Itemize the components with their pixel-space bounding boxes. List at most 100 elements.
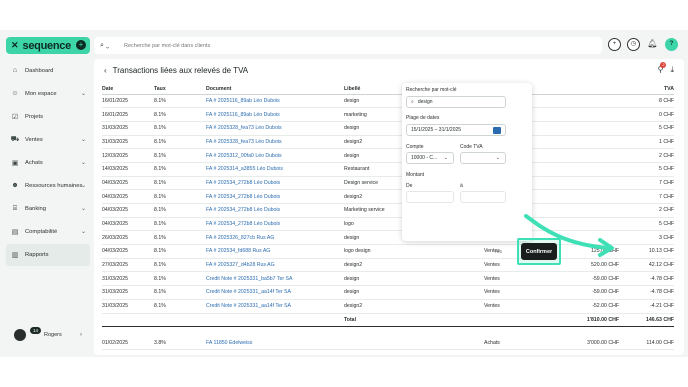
people-icon: ☻ [11,182,19,190]
plus-circle-icon[interactable]: + [608,38,621,51]
table-row[interactable]: 31/03/2025 8.1% Credit Note # 2025331_ba5b… [102,271,674,287]
user-name: Rogers [44,332,62,338]
search-icon: ⌕ ⌄ [100,41,110,49]
compte-select[interactable]: 10000 - C... ⌄ [406,152,454,164]
cell-document-link[interactable]: FA # 202534_fd688 Rus AG [206,244,344,259]
reset-button-peek[interactable]: res [495,249,502,255]
table-row[interactable]: 27/03/2025 8.1% FA # 2025327_d4b28 Rus AG d… [102,258,674,273]
col-montant[interactable] [544,84,619,95]
sidebar-item-projets[interactable]: ☑ Projets [6,106,90,128]
help-icon[interactable]: ? [665,38,678,51]
keyword-input[interactable]: ⌕ design [406,96,506,108]
cell-document-link[interactable]: Credit Note # 2025331_aa14f Ter SA [206,285,344,300]
sidebar-item-banking[interactable]: ⌸ Banking ⌄ [6,198,90,220]
montant-a-input[interactable] [460,191,506,203]
date-range-input[interactable]: 15/1/2025 – 31/1/2025 [406,124,506,136]
cell-taux: 8.1% [154,299,206,314]
clock-icon[interactable]: ◷ [627,38,640,51]
cell-document-link[interactable]: FA # 2025328_fea73 Léo Dubois [206,121,344,136]
spacer-row [102,326,674,336]
bell-icon[interactable]: 🔔︎ [646,38,659,51]
date-range-label: Plage de dates [406,115,440,121]
chevron-down-icon: ⌄ [80,183,86,190]
cell-document-link[interactable]: FA # 2025327_d4b28 Rus AG [206,258,344,273]
download-icon[interactable]: ⤓ [670,65,674,75]
cell-taux: 8.1% [154,107,206,122]
cell-tva: 0 CHF [619,107,674,122]
cell-document-link[interactable]: FA # 2025116_89ab Léo Dubois [206,107,344,122]
cell-montant [544,107,619,122]
table-row[interactable]: 31/03/2025 8.1% FA # 2025328_fea73 Léo Dub… [102,121,674,136]
montant-de-input[interactable] [406,191,454,203]
cell-document-link[interactable]: FA # 202534_272b8 Léo Dubois [206,217,344,232]
sidebar-item-ressources-humaines[interactable]: ☻ Ressources humaines ⌄ [6,175,90,197]
cell-tva: 8 CHF [619,94,674,109]
cell-tva: 42.12 CHF [619,258,674,273]
table-row[interactable]: 31/03/2025 8.1% Credit Note # 2025331_aa14… [102,285,674,300]
sidebar-item-label: Rapports [25,251,49,258]
sidebar: ⌂ Dashboard ☺ Mon espace ⌄ ☑ Projets ⛟ V… [6,60,90,352]
cell-document-link[interactable]: FA # 2025326_827cb Rus AG [206,230,344,246]
keyword-label: Recherche par mot-clé [406,87,457,93]
sidebar-item-label: Banking [25,205,46,212]
sidebar-item-label: Mon espace [25,90,57,97]
cell-document-link[interactable]: FA # 202534_272b8 Léo Dubois [206,176,344,191]
brand-logo[interactable]: ✕ sequence + [6,37,90,54]
sidebar-item-achats[interactable]: ▣ Achats ⌄ [6,152,90,174]
table-row[interactable]: 04/03/2025 8.1% FA # 202534_272b8 Léo Dubo… [102,189,674,204]
cell-montant [544,162,619,177]
table-row[interactable]: 04/03/2025 8.1% FA # 202534_272b8 Léo Dubo… [102,176,674,191]
cell-tva: 10.13 CHF [619,244,674,259]
cell-type: Ventes [484,285,544,300]
cell-document-link[interactable]: FA # 2025328_fea73 Léo Dubois [206,135,344,150]
back-arrow-icon[interactable]: ‹ [104,66,107,75]
cell-document-link[interactable]: FA # 2025312_00fa0 Léo Dubois [206,148,344,163]
sidebar-item-comptabilite[interactable]: ▤ Comptabilité ⌄ [6,221,90,243]
calendar-icon[interactable] [493,127,501,134]
cell-document-link[interactable]: FA # 202534_272b8 Léo Dubois [206,203,344,218]
cell-document-link[interactable]: FA # 2025116_89ab Léo Dubois [206,94,344,109]
table-row[interactable]: 12/03/2025 8.1% FA # 2025312_00fa0 Léo Dub… [102,148,674,163]
cell-taux: 8.1% [154,244,206,259]
cell-date: 16/01/2025 [102,107,154,122]
create-plus-icon[interactable]: + [76,40,86,50]
chevron-right-icon: › [80,332,82,338]
cell-libelle: logo design [344,244,484,259]
global-search[interactable]: ⌕ ⌄ Recherche par mot-clé dans clients [94,37,602,54]
cell-montant [544,176,619,191]
cell-taux: 8.1% [154,121,206,136]
cell-date: 31/03/2025 [102,135,154,150]
col-tva[interactable]: TVA [619,84,674,95]
col-date[interactable]: Date [102,84,154,95]
cell-document-link[interactable]: FA # 202534_272b8 Léo Dubois [206,189,344,204]
sidebar-item-dashboard[interactable]: ⌂ Dashboard [6,60,90,82]
confirm-button[interactable]: Confirmer [521,243,557,260]
user-menu[interactable]: 14 Rogers › [14,327,82,341]
col-taux[interactable]: Taux [154,84,206,95]
cell-date: 26/03/2025 [102,230,154,246]
filter-icon[interactable]: ⚲ 2 [658,62,667,75]
cell-montant: -59.00 CHF [544,285,619,300]
cell-document-link[interactable]: Credit Note # 2025331_ba5b7 Ter SA [206,271,344,287]
cell-tva: 5 CHF [619,121,674,136]
sidebar-item-rapports[interactable]: ▥ Rapports [6,244,90,266]
sidebar-item-mon-espace[interactable]: ☺ Mon espace ⌄ [6,83,90,105]
cell-date: 04/03/2025 [102,176,154,191]
empty-cell [102,313,154,327]
sidebar-item-label: Achats [25,159,43,166]
col-document[interactable]: Document [206,84,344,95]
total-montant: 1'810.00 CHF [544,313,619,327]
table-row[interactable]: 01/02/2025 3.8% FA 11850 Edelweiss Achats 3'… [102,336,674,351]
table-row[interactable]: 16/01/2025 8.1% FA # 2025116_89ab Léo Dubo… [102,107,674,122]
table-row[interactable]: 14/03/2025 8.1% FA # 2025314_a3855 Léo Dub… [102,162,674,177]
code-tva-select[interactable]: ⌄ [460,152,506,164]
table-row[interactable]: 31/03/2025 8.1% FA # 2025328_fea73 Léo Dub… [102,135,674,150]
empty-cell [484,313,544,327]
avatar: 14 [14,327,42,341]
cell-document-link[interactable]: Credit Note # 2025331_aa14f Ter SA [206,299,344,314]
sidebar-item-ventes[interactable]: ⛟ Ventes ⌄ [6,129,90,151]
cell-document-link[interactable]: FA # 2025314_a3855 Léo Dubois [206,162,344,177]
table-row[interactable]: 31/03/2025 8.1% Credit Note # 2025331_aa14… [102,299,674,314]
cell-document-link[interactable]: FA 11850 Edelweiss [206,336,344,351]
table-row[interactable]: 16/01/2025 8.1% FA # 2025116_89ab Léo Dubo… [102,94,674,109]
